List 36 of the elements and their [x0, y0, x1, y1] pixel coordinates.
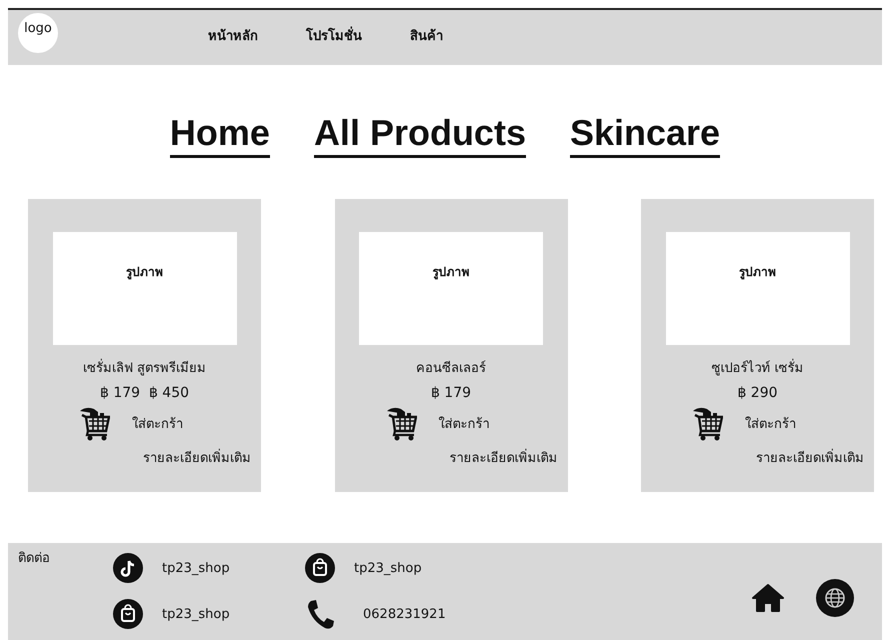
cart-icon — [78, 405, 110, 441]
contact-text: tp23_shop — [162, 606, 230, 622]
category-link[interactable]: All Products — [314, 112, 526, 158]
add-to-cart-button[interactable]: ใส่ตะกร้า — [438, 412, 490, 434]
image-label: รูปภาพ — [739, 264, 776, 282]
logo[interactable]: logo — [18, 12, 58, 52]
nav-link[interactable]: สินค้า — [410, 25, 443, 46]
contact-text: tp23_shop — [354, 560, 422, 576]
nav-link[interactable]: โปรโมชั่น — [306, 25, 362, 46]
cart-icon — [691, 405, 723, 441]
add-to-cart-button[interactable]: ใส่ตะกร้า — [745, 412, 796, 434]
product-price: ฿ 179 — [430, 385, 472, 401]
home-icon — [752, 582, 784, 614]
contact-text: 0628231921 — [363, 606, 446, 622]
product-price: ฿ 290 — [737, 385, 778, 401]
phone-icon — [305, 597, 335, 631]
image-label: รูปภาพ — [432, 264, 470, 282]
product-name: คอนซีลเลอร์ — [416, 360, 486, 378]
cart-icon — [384, 405, 416, 441]
nav-link[interactable]: หน้าหลัก — [208, 25, 258, 46]
shopping-bag-icon — [113, 599, 143, 629]
add-to-cart-button[interactable]: ใส่ตะกร้า — [132, 412, 183, 434]
details-link[interactable]: รายละเอียดเพิ่มเติม — [143, 447, 251, 468]
contact-label: ติดต่อ — [18, 550, 51, 568]
image-label: รูปภาพ — [126, 264, 163, 282]
product-name: ซูเปอร์ไวท์ เซรั่ม — [711, 357, 804, 378]
details-link[interactable]: รายละเอียดเพิ่มเติม — [756, 447, 864, 468]
category-link[interactable]: Home — [170, 112, 270, 158]
contact-text: tp23_shop — [162, 560, 230, 576]
details-link[interactable]: รายละเอียดเพิ่มเติม — [450, 447, 558, 468]
category-link[interactable]: Skincare — [570, 112, 720, 158]
globe-icon — [816, 579, 854, 617]
tiktok-icon — [113, 553, 143, 583]
product-price: ฿ 179 ฿ 450 — [100, 385, 190, 401]
product-name: เซรั่มเลิฟ สูตรพรีเมียม — [82, 357, 206, 378]
shopping-bag-icon — [305, 553, 335, 583]
